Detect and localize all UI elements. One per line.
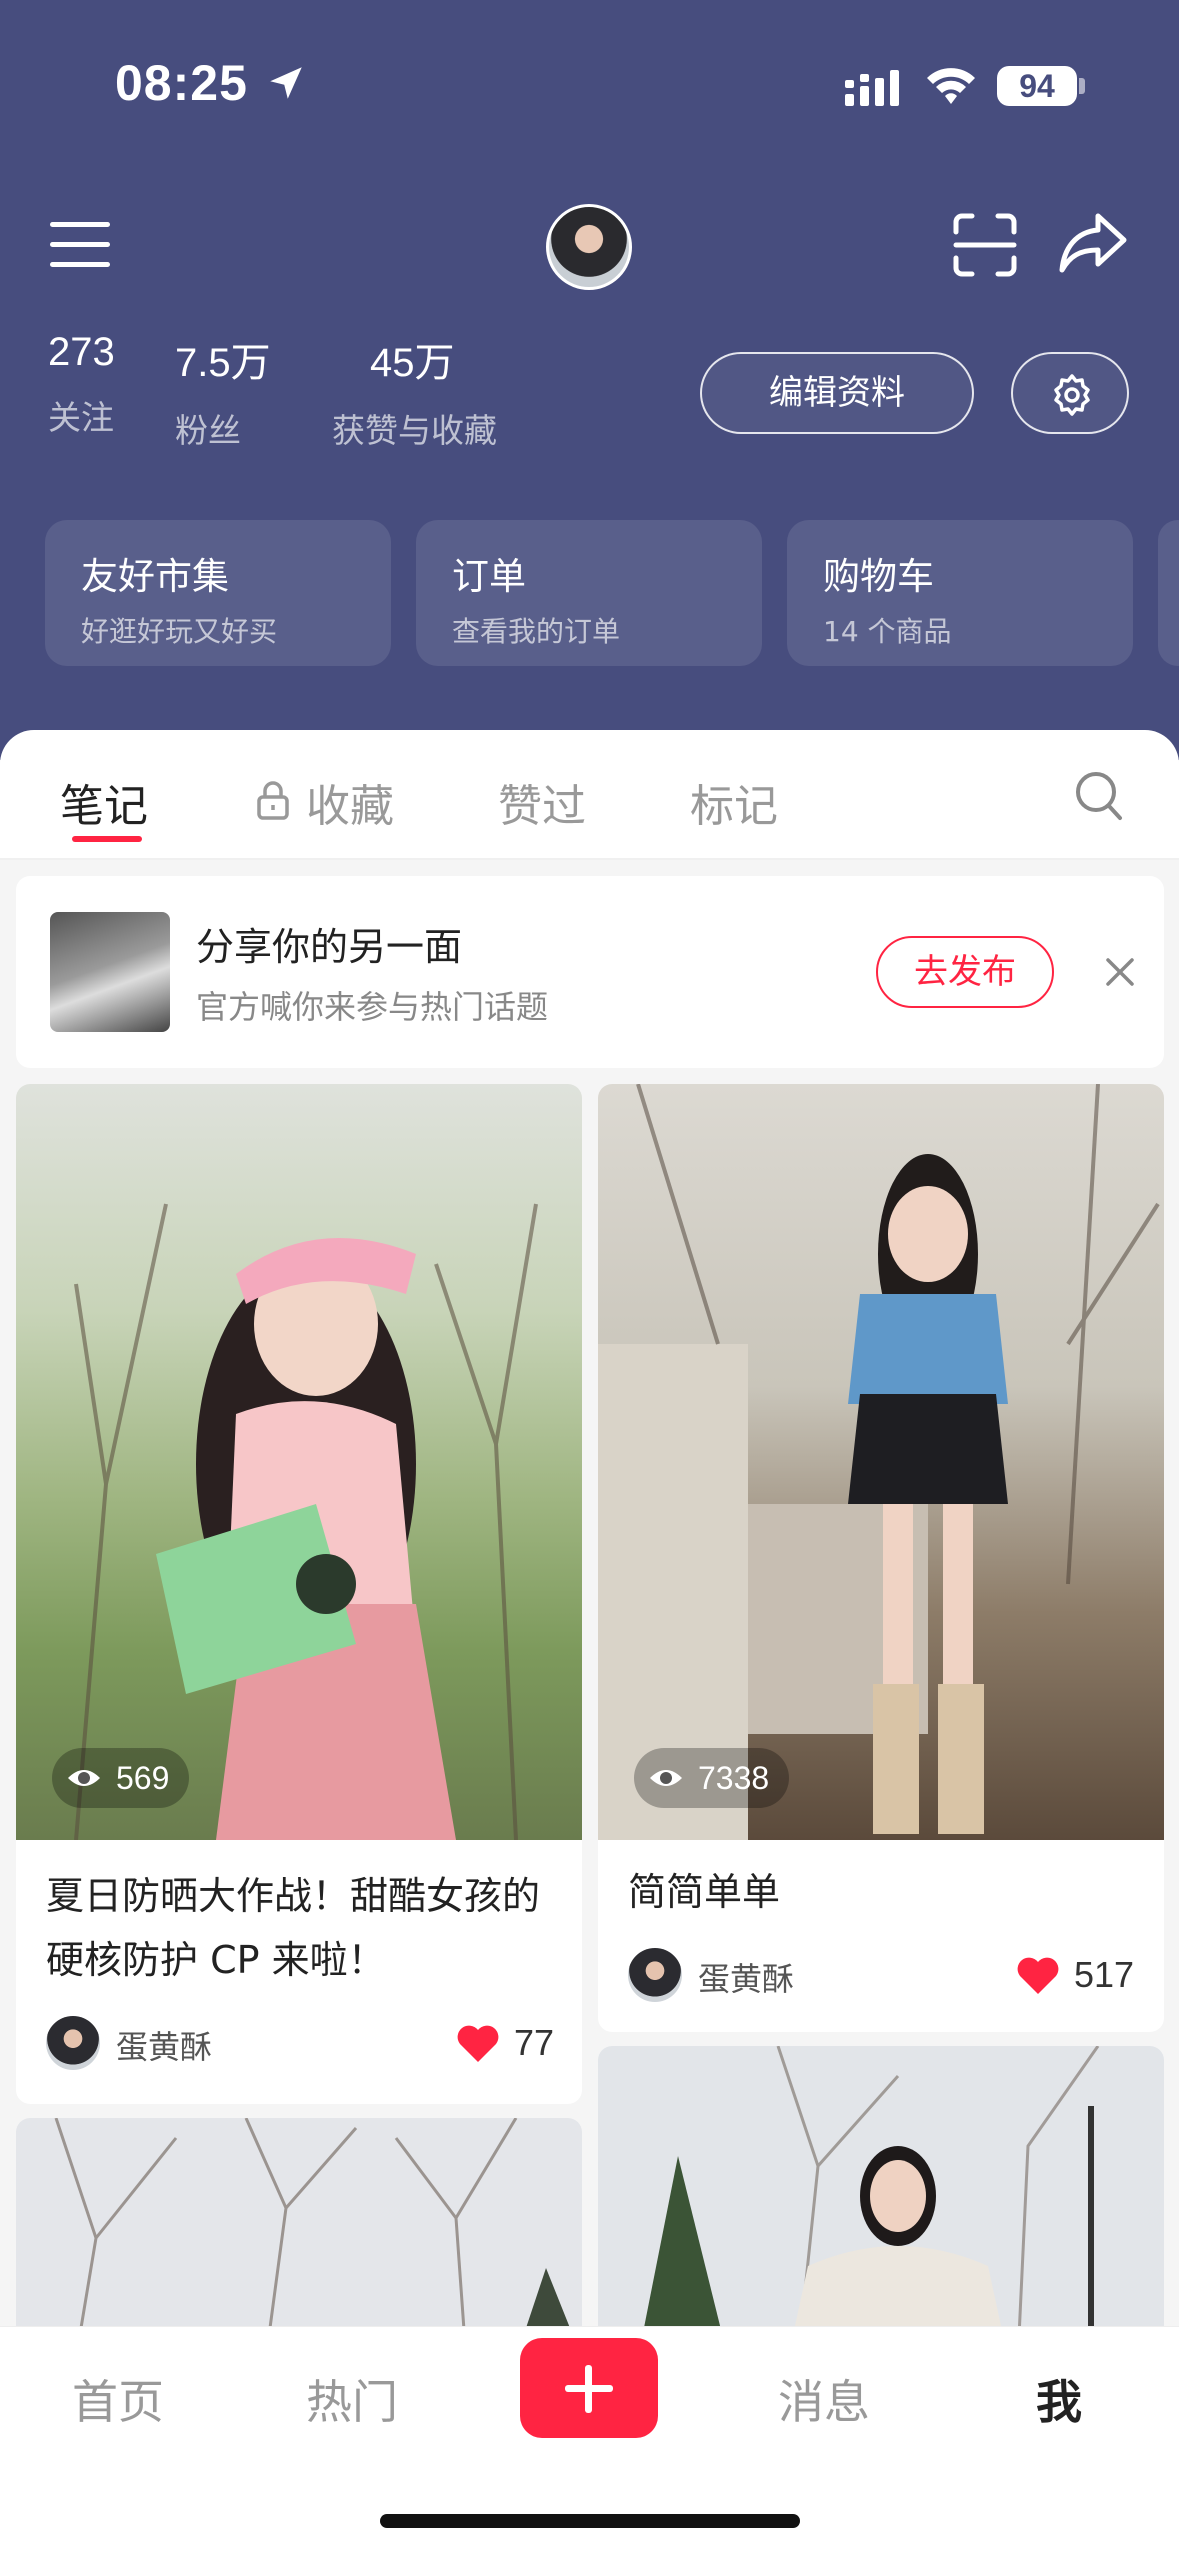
stat-followers[interactable]: 7.5万 粉丝 [175, 330, 271, 452]
card-friendly-market[interactable]: 友好市集 好逛好玩又好买 [45, 520, 391, 666]
stat-following-label: 关注 [48, 398, 114, 437]
author-avatar [628, 1948, 682, 2002]
tab-collections[interactable]: 收藏 [306, 770, 394, 834]
nav-home[interactable]: 首页 [72, 2366, 164, 2432]
battery-tip [1079, 78, 1085, 94]
stat-followers-label: 粉丝 [175, 411, 241, 450]
menu-icon[interactable] [50, 218, 114, 272]
heart-icon [1017, 1957, 1059, 1994]
stat-likes-count: 45万 [370, 341, 455, 385]
location-arrow-icon [270, 67, 302, 99]
search-icon[interactable] [1074, 768, 1124, 822]
settings-button[interactable] [1011, 352, 1129, 434]
nav-me[interactable]: 我 [1036, 2366, 1082, 2432]
note-cover-image [16, 1084, 582, 1841]
gear-icon [1054, 374, 1090, 416]
wifi-icon [927, 68, 975, 104]
profile-header: 08:25 94 273 关注 7.5万 粉丝 45万 获赞与收藏 编辑资料 友… [0, 0, 1179, 760]
card-subtitle: 好逛好玩又好买 [81, 615, 278, 648]
card-title: 订单 [452, 555, 526, 598]
nav-hot[interactable]: 热门 [306, 2366, 398, 2432]
note-card[interactable]: 7338 简简单单 蛋黄酥 517 [598, 1084, 1164, 2032]
eye-icon [68, 1770, 100, 1786]
promo-banner[interactable]: 分享你的另一面 官方喊你来参与热门话题 去发布 [16, 876, 1164, 1068]
author-avatar [46, 2016, 100, 2070]
tab-liked[interactable]: 赞过 [498, 770, 586, 834]
note-author[interactable]: 蛋黄酥 [628, 1948, 928, 2002]
nav-messages[interactable]: 消息 [778, 2366, 870, 2432]
lock-icon [257, 781, 289, 820]
card-peek[interactable] [1158, 520, 1179, 666]
like-button[interactable]: 517 [1016, 1948, 1156, 2002]
card-title: 购物车 [823, 555, 934, 598]
card-subtitle: 14 个商品 [823, 615, 952, 648]
note-cover-photo [74, 1203, 538, 1841]
eye-icon [650, 1770, 682, 1786]
note-card[interactable]: 569 夏日防晒大作战！甜酷女孩的硬核防护 CP 来啦！ 蛋黄酥 77 [16, 1084, 582, 2104]
note-cover-photo [598, 1084, 1160, 1840]
cellular-signal-icon [845, 70, 899, 106]
publish-button[interactable]: 去发布 [876, 936, 1054, 1008]
stat-followers-count: 7.5万 [175, 341, 271, 385]
note-card[interactable] [16, 2118, 582, 2358]
card-subtitle: 查看我的订单 [452, 615, 621, 648]
like-count: 77 [514, 2022, 555, 2063]
card-orders[interactable]: 订单 查看我的订单 [416, 520, 762, 666]
note-author[interactable]: 蛋黄酥 [46, 2016, 346, 2070]
view-count-badge: 7338 [634, 1748, 790, 1808]
note-cover-photo [598, 2046, 1164, 2358]
battery-icon: 94 [997, 66, 1077, 106]
view-count: 569 [116, 1760, 170, 1796]
note-title: 夏日防晒大作战！甜酷女孩的硬核防护 CP 来啦！ [46, 1874, 541, 1982]
view-count-badge: 569 [52, 1748, 190, 1808]
note-cover-photo [16, 2118, 582, 2358]
status-time: 08:25 [115, 55, 248, 111]
note-cover-image [598, 1084, 1164, 1840]
stat-likes-label: 获赞与收藏 [332, 411, 497, 450]
tab-notes[interactable]: 笔记 [60, 770, 148, 834]
tab-marked[interactable]: 标记 [690, 770, 778, 834]
promo-image [50, 912, 170, 1032]
avatar[interactable] [546, 204, 632, 290]
close-icon[interactable] [1100, 952, 1140, 992]
note-card[interactable] [598, 2046, 1164, 2358]
tab-active-indicator [72, 836, 142, 842]
scan-icon[interactable] [952, 212, 1018, 278]
stat-following-count: 273 [48, 330, 115, 374]
stat-likes-collects[interactable]: 45万 获赞与收藏 [332, 330, 497, 452]
author-name: 蛋黄酥 [698, 1960, 795, 1998]
author-name: 蛋黄酥 [116, 2028, 213, 2066]
note-title: 简简单单 [628, 1870, 781, 1914]
stat-following[interactable]: 273 关注 [48, 330, 115, 439]
card-shopping-cart[interactable]: 购物车 14 个商品 [787, 520, 1133, 666]
like-button[interactable]: 77 [456, 2016, 576, 2070]
home-indicator [380, 2514, 800, 2528]
create-post-button[interactable] [520, 2338, 658, 2438]
tabs-divider [0, 858, 1179, 860]
status-bar: 08:25 94 [0, 54, 1179, 124]
heart-icon [457, 2025, 499, 2062]
promo-title: 分享你的另一面 [196, 925, 463, 969]
like-count: 517 [1074, 1954, 1135, 1995]
promo-subtitle: 官方喊你来参与热门话题 [196, 988, 549, 1026]
profile-tabs: 笔记 收藏 赞过 标记 [0, 730, 1179, 860]
share-icon[interactable] [1058, 210, 1128, 276]
edit-profile-button[interactable]: 编辑资料 [700, 352, 974, 434]
card-title: 友好市集 [81, 555, 229, 598]
view-count: 7338 [698, 1760, 770, 1796]
